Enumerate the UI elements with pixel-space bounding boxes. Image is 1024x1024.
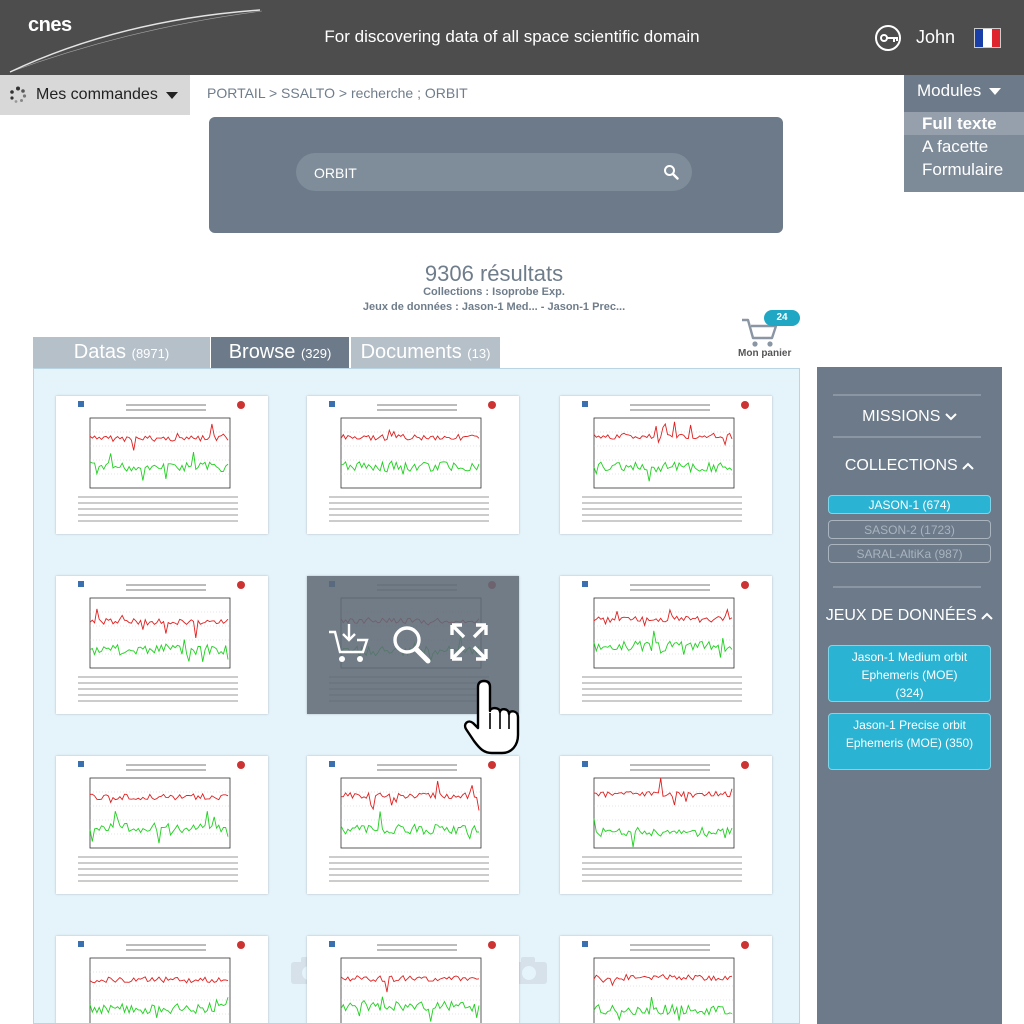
- dataset-chip[interactable]: Jason-1 Medium orbit Ephemeris (MOE) (32…: [828, 645, 991, 702]
- browse-thumbnail[interactable]: [307, 936, 519, 1023]
- breadcrumb[interactable]: PORTAIL > SSALTO > recherche ; ORBIT: [207, 85, 468, 101]
- tab-documents-label: Documents: [360, 341, 462, 363]
- modules-label: Modules: [917, 81, 982, 100]
- thumbnail-hover-overlay: [307, 576, 519, 714]
- fullscreen-icon[interactable]: [449, 622, 489, 662]
- browse-thumbnail[interactable]: [307, 576, 519, 714]
- plot-preview: [329, 761, 496, 882]
- cart-count-badge: 24: [764, 310, 800, 326]
- plot-preview: [582, 401, 749, 522]
- user-name[interactable]: John: [916, 27, 955, 48]
- dataset-line: Jason-1 Precise orbit: [853, 718, 966, 732]
- app-header: cnes For discovering data of all space s…: [0, 0, 1024, 75]
- chevron-up-icon: [962, 462, 974, 470]
- search-panel: [209, 117, 783, 233]
- divider: [833, 586, 981, 588]
- facets-sidebar: MISSIONS COLLECTIONS JASON-1 (674) SASON…: [817, 367, 1002, 1024]
- search-icon[interactable]: [663, 164, 679, 180]
- orders-label: Mes commandes: [36, 86, 158, 103]
- france-flag-icon[interactable]: [975, 29, 1000, 47]
- collection-chip[interactable]: JASON-1 (674): [828, 495, 991, 514]
- chevron-up-icon: [981, 612, 994, 620]
- browse-thumbnail[interactable]: [56, 396, 268, 534]
- tab-documents-count: (13): [467, 346, 491, 361]
- dataset-line: Ephemeris (MOE) (350): [845, 736, 974, 750]
- tab-datas-label: Datas: [73, 341, 127, 363]
- facet-collections-toggle[interactable]: COLLECTIONS: [817, 457, 1002, 475]
- facet-collections-label: COLLECTIONS: [844, 457, 958, 474]
- divider: [833, 436, 981, 438]
- tagline: For discovering data of all space scient…: [324, 27, 700, 46]
- zoom-icon[interactable]: [389, 622, 433, 666]
- search-input[interactable]: [312, 153, 656, 193]
- plot-preview: [582, 941, 749, 1023]
- plot-preview: [78, 761, 245, 882]
- facet-datasets-toggle[interactable]: JEUX DE DONNÉES: [817, 607, 1002, 625]
- chevron-down-icon: [989, 87, 1002, 95]
- module-full-texte[interactable]: Full texte: [904, 112, 1024, 135]
- dataset-chip[interactable]: Jason-1 Precise orbit Ephemeris (MOE) (3…: [828, 713, 991, 770]
- loading-spinner-icon: [9, 86, 27, 104]
- plot-preview: [582, 761, 749, 882]
- divider: [833, 394, 981, 396]
- dataset-line: Jason-1 Medium orbit: [851, 650, 968, 664]
- results-datasets: Jeux de données : Jason-1 Med... - Jason…: [362, 301, 626, 313]
- module-a-facette[interactable]: A facette: [904, 135, 1024, 158]
- plot-preview: [78, 401, 245, 522]
- add-to-cart-icon[interactable]: [327, 622, 371, 666]
- browse-thumbnail[interactable]: [307, 756, 519, 894]
- dataset-line: (324): [895, 686, 924, 700]
- browse-thumbnail[interactable]: [56, 576, 268, 714]
- cart-button[interactable]: 24 Mon panier: [738, 310, 800, 360]
- browse-thumbnail[interactable]: [56, 936, 268, 1023]
- browse-thumbnail[interactable]: [56, 756, 268, 894]
- plot-preview: [78, 941, 245, 1023]
- module-formulaire[interactable]: Formulaire: [904, 158, 1024, 181]
- browse-grid: [33, 368, 800, 1024]
- search-box: [296, 153, 692, 193]
- collection-chip[interactable]: SASON-2 (1723): [828, 520, 991, 539]
- plot-preview: [78, 581, 245, 702]
- modules-menu: Modules Full texte A facette Formulaire: [904, 75, 1024, 192]
- browse-thumbnail[interactable]: [560, 936, 772, 1023]
- tab-browse-label: Browse: [228, 341, 296, 363]
- tab-browse[interactable]: Browse (329): [211, 337, 349, 368]
- chevron-down-icon: [945, 413, 957, 421]
- cart-label: Mon panier: [738, 348, 792, 359]
- results-collections: Collections : Isoprobe Exp.: [423, 286, 565, 298]
- modules-toggle[interactable]: Modules: [904, 75, 1024, 107]
- dataset-line: Ephemeris (MOE): [861, 668, 958, 682]
- plot-preview: [329, 941, 496, 1023]
- tab-browse-count: (329): [300, 346, 332, 361]
- tab-datas-count: (8971): [131, 346, 170, 361]
- facet-missions-toggle[interactable]: MISSIONS: [817, 408, 1002, 426]
- chevron-down-icon: [165, 91, 178, 99]
- collection-chip[interactable]: SARAL-AltiKa (987): [828, 544, 991, 563]
- results-count: 9306 résultats: [424, 261, 564, 286]
- browse-thumbnail[interactable]: [560, 756, 772, 894]
- browse-thumbnail[interactable]: [560, 576, 772, 714]
- facet-datasets-label: JEUX DE DONNÉES: [825, 607, 977, 624]
- key-login-icon[interactable]: [874, 24, 904, 52]
- modules-list: Full texte A facette Formulaire: [904, 112, 1024, 192]
- orders-dropdown[interactable]: Mes commandes: [0, 75, 190, 115]
- tab-datas[interactable]: Datas (8971): [33, 337, 210, 368]
- plot-preview: [582, 581, 749, 702]
- tab-documents[interactable]: Documents (13): [351, 337, 500, 368]
- browse-thumbnail[interactable]: [307, 396, 519, 534]
- browse-thumbnail[interactable]: [560, 396, 772, 534]
- facet-missions-label: MISSIONS: [862, 408, 941, 425]
- plot-preview: [329, 401, 496, 522]
